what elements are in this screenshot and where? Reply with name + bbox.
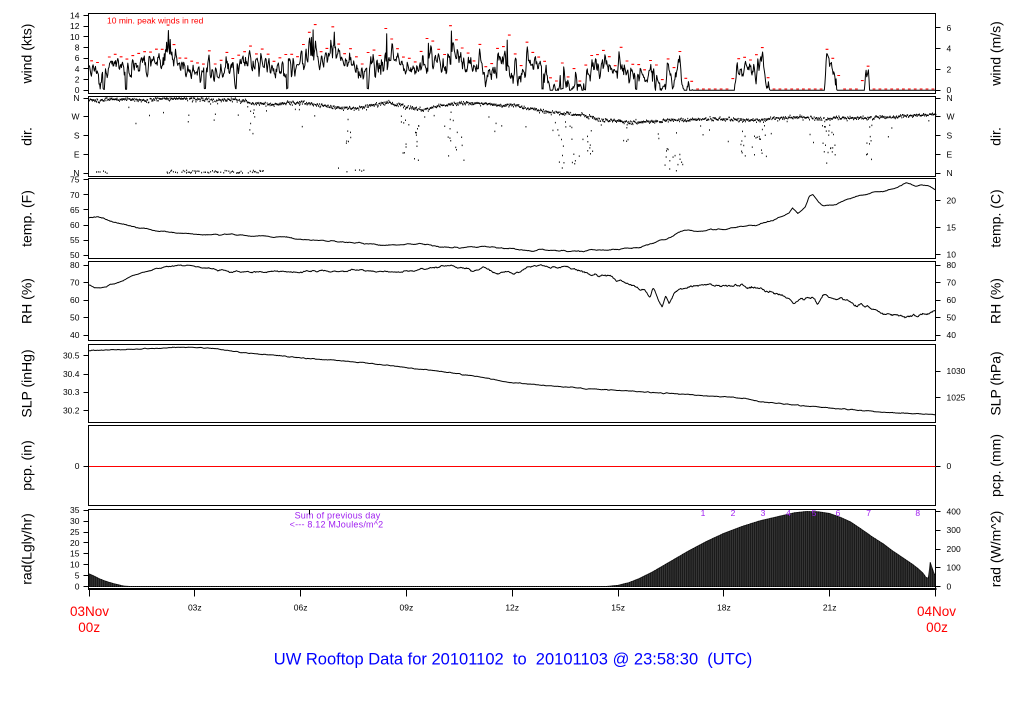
- svg-text:N: N: [947, 168, 953, 178]
- svg-text:wind (kts): wind (kts): [19, 24, 35, 85]
- svg-text:E: E: [947, 149, 953, 159]
- svg-text:12z: 12z: [505, 602, 519, 612]
- svg-text:SLP (hPa): SLP (hPa): [988, 351, 1004, 415]
- svg-text:0: 0: [75, 461, 80, 471]
- svg-text:03Nov: 03Nov: [70, 604, 109, 619]
- svg-text:35: 35: [70, 505, 80, 515]
- svg-text:70: 70: [947, 278, 957, 288]
- svg-text:4: 4: [75, 64, 80, 74]
- svg-text:40: 40: [947, 330, 957, 340]
- svg-text:55: 55: [70, 235, 80, 245]
- svg-text:N: N: [947, 93, 953, 103]
- svg-text:pcp. (mm): pcp. (mm): [988, 434, 1004, 497]
- svg-text:50: 50: [70, 250, 80, 260]
- svg-text:4: 4: [786, 508, 791, 518]
- svg-text:10: 10: [70, 560, 80, 570]
- svg-text:0: 0: [947, 461, 952, 471]
- svg-text:W: W: [71, 112, 79, 122]
- svg-text:60: 60: [947, 295, 957, 305]
- svg-text:dir.: dir.: [988, 127, 1004, 146]
- svg-text:60: 60: [70, 295, 80, 305]
- svg-text:1: 1: [701, 508, 706, 518]
- svg-text:6: 6: [836, 508, 841, 518]
- svg-text:2: 2: [75, 75, 80, 85]
- svg-text:25: 25: [70, 527, 80, 537]
- svg-text:<--- 8.12 MJoules/m^2: <--- 8.12 MJoules/m^2: [290, 520, 384, 530]
- svg-text:0: 0: [947, 581, 952, 591]
- svg-text:30: 30: [70, 516, 80, 526]
- svg-text:4: 4: [947, 44, 952, 54]
- svg-text:06z: 06z: [294, 602, 308, 612]
- svg-text:40: 40: [70, 330, 80, 340]
- svg-text:70: 70: [70, 190, 80, 200]
- svg-text:RH (%): RH (%): [988, 278, 1004, 324]
- svg-text:18z: 18z: [717, 602, 731, 612]
- svg-text:400: 400: [947, 507, 961, 517]
- svg-text:3: 3: [761, 508, 766, 518]
- svg-text:00z: 00z: [78, 620, 100, 635]
- svg-text:dir.: dir.: [19, 127, 35, 146]
- svg-text:S: S: [74, 131, 80, 141]
- svg-text:80: 80: [70, 260, 80, 270]
- svg-text:6: 6: [947, 23, 952, 33]
- svg-text:5: 5: [75, 570, 80, 580]
- svg-text:N: N: [73, 93, 79, 103]
- svg-text:5: 5: [812, 508, 817, 518]
- svg-text:12: 12: [70, 21, 80, 31]
- svg-text:30.4: 30.4: [63, 369, 80, 379]
- svg-text:temp. (C): temp. (C): [988, 189, 1004, 247]
- svg-text:2: 2: [731, 508, 736, 518]
- svg-text:75: 75: [70, 175, 80, 185]
- svg-text:60: 60: [70, 220, 80, 230]
- svg-text:UW Rooftop Data for 20101102: UW Rooftop Data for 20101102 to 20101103…: [274, 651, 752, 669]
- svg-text:S: S: [947, 131, 953, 141]
- svg-text:300: 300: [947, 525, 961, 535]
- svg-text:00z: 00z: [926, 620, 948, 635]
- svg-text:09z: 09z: [400, 602, 414, 612]
- svg-text:0: 0: [75, 581, 80, 591]
- svg-text:2: 2: [947, 64, 952, 74]
- svg-text:20: 20: [70, 538, 80, 548]
- svg-text:70: 70: [70, 278, 80, 288]
- svg-text:1025: 1025: [947, 392, 966, 402]
- svg-text:80: 80: [947, 260, 957, 270]
- svg-text:pcp. (in): pcp. (in): [19, 440, 35, 491]
- svg-text:E: E: [74, 149, 80, 159]
- svg-text:RH (%): RH (%): [19, 278, 35, 324]
- svg-text:10 min. peak winds in red: 10 min. peak winds in red: [107, 15, 204, 25]
- svg-text:6: 6: [75, 53, 80, 63]
- svg-text:rad (W/m^2): rad (W/m^2): [988, 511, 1004, 588]
- svg-text:100: 100: [947, 563, 961, 573]
- svg-text:20: 20: [947, 196, 957, 206]
- svg-text:10: 10: [947, 250, 957, 260]
- svg-text:200: 200: [947, 544, 961, 554]
- svg-text:30.2: 30.2: [63, 406, 80, 416]
- svg-text:8: 8: [75, 43, 80, 53]
- svg-text:1030: 1030: [947, 366, 966, 376]
- svg-text:21z: 21z: [823, 602, 837, 612]
- svg-text:03z: 03z: [188, 602, 202, 612]
- svg-text:15: 15: [947, 222, 957, 232]
- svg-text:W: W: [947, 112, 955, 122]
- svg-text:30.3: 30.3: [63, 387, 80, 397]
- svg-text:65: 65: [70, 205, 80, 215]
- svg-text:10: 10: [70, 32, 80, 42]
- svg-text:wind (m/s): wind (m/s): [988, 21, 1004, 87]
- svg-text:7: 7: [866, 508, 871, 518]
- svg-text:15z: 15z: [611, 602, 625, 612]
- svg-text:SLP (inHg): SLP (inHg): [19, 349, 35, 417]
- svg-text:50: 50: [70, 313, 80, 323]
- svg-text:15: 15: [70, 549, 80, 559]
- svg-text:30.5: 30.5: [63, 351, 80, 361]
- svg-text:8: 8: [915, 508, 920, 518]
- svg-text:rad(Lgly/hr): rad(Lgly/hr): [19, 513, 35, 585]
- svg-text:temp. (F): temp. (F): [19, 190, 35, 247]
- svg-text:04Nov: 04Nov: [917, 604, 956, 619]
- svg-text:50: 50: [947, 313, 957, 323]
- svg-text:14: 14: [70, 10, 80, 20]
